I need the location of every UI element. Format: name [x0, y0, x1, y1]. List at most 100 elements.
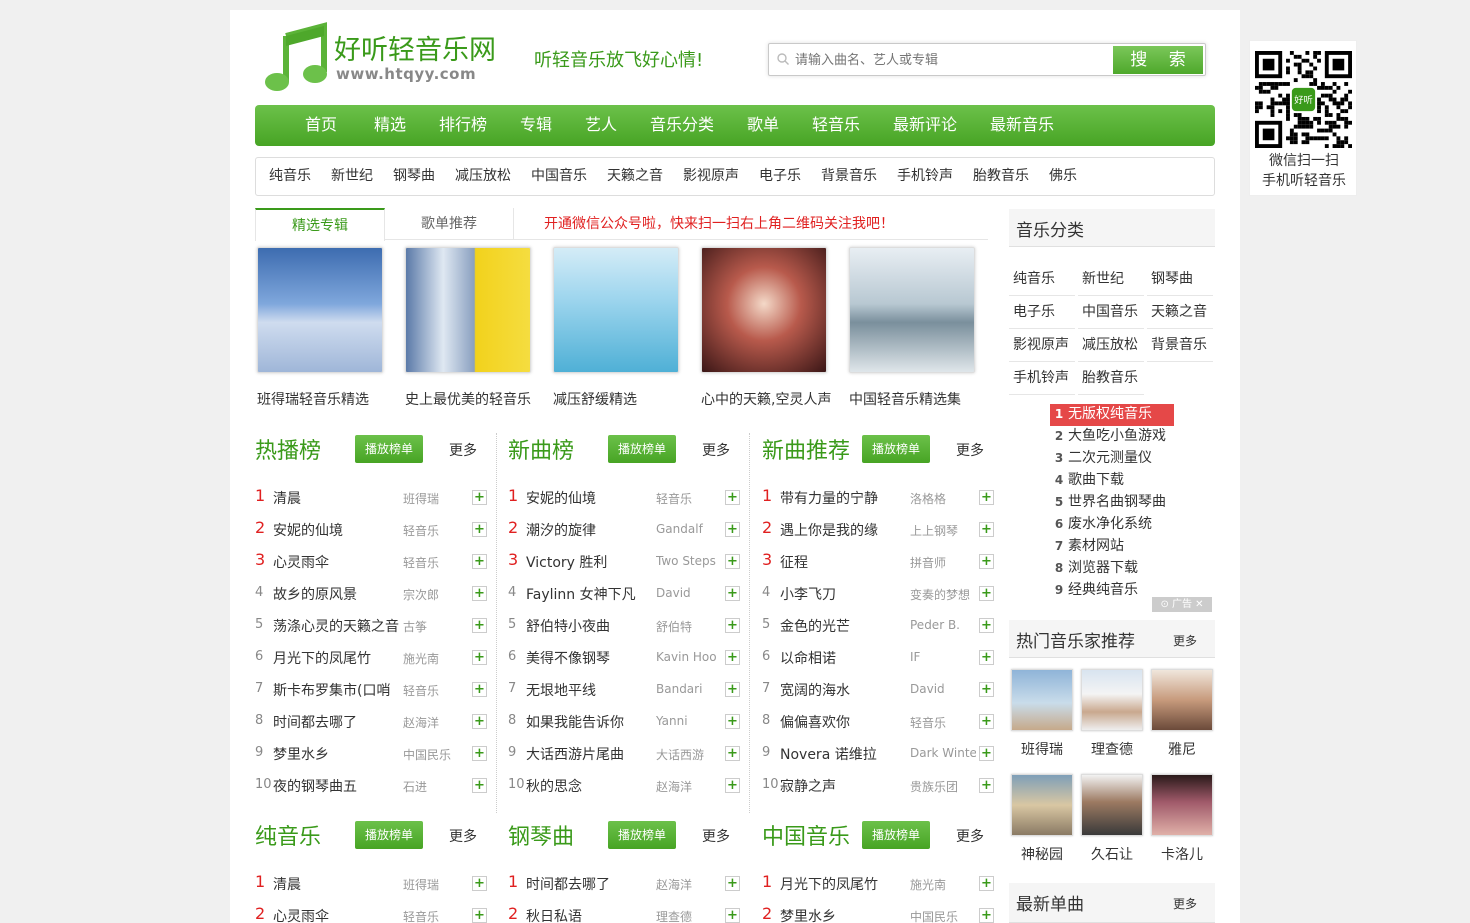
song-artist[interactable]: 变奏的梦想	[910, 586, 976, 603]
song-title[interactable]: 荡涤心灵的天籁之音	[273, 616, 401, 636]
ad-text[interactable]: 废水净化系统	[1068, 516, 1152, 532]
song-artist[interactable]: IF	[910, 650, 976, 664]
add-to-playlist-icon[interactable]: +	[472, 618, 487, 633]
song-artist[interactable]: David	[910, 682, 976, 696]
song-title[interactable]: 偏偏喜欢你	[780, 712, 908, 732]
ad-link[interactable]: 2 大鱼吃小鱼游戏	[1050, 426, 1174, 448]
song-artist[interactable]: 贵族乐团	[910, 778, 976, 795]
nav-item-6[interactable]: 歌单	[747, 105, 779, 145]
artist-card[interactable]: 雅尼	[1151, 669, 1213, 759]
album-card[interactable]: 班得瑞轻音乐精选	[257, 247, 387, 409]
add-to-playlist-icon[interactable]: +	[725, 586, 740, 601]
song-artist[interactable]: 石进	[403, 778, 469, 795]
play-list-button[interactable]: 播放榜单	[608, 821, 676, 849]
nav-item-1[interactable]: 精选	[374, 105, 406, 145]
album-title[interactable]: 班得瑞轻音乐精选	[257, 389, 387, 409]
add-to-playlist-icon[interactable]: +	[725, 714, 740, 729]
song-artist[interactable]: Kavin Hoo	[656, 650, 722, 664]
add-to-playlist-icon[interactable]: +	[979, 522, 994, 537]
music-note-logo-icon[interactable]	[262, 22, 327, 92]
category-link-10[interactable]: 胎教音乐	[973, 158, 1029, 194]
sidebar-category-link[interactable]: 影视原声	[1009, 329, 1075, 362]
nav-item-2[interactable]: 排行榜	[439, 105, 487, 145]
album-cover[interactable]	[257, 247, 383, 373]
add-to-playlist-icon[interactable]: +	[725, 876, 740, 891]
tab-featured-albums[interactable]: 精选专辑	[255, 208, 385, 241]
song-artist[interactable]: 中国民乐	[910, 908, 976, 923]
album-title[interactable]: 心中的天籁,空灵人声	[701, 389, 831, 409]
category-link-9[interactable]: 手机铃声	[897, 158, 953, 194]
artist-name[interactable]: 理查德	[1081, 739, 1143, 759]
play-list-button[interactable]: 播放榜单	[608, 435, 676, 463]
ad-text[interactable]: 二次元测量仪	[1068, 450, 1152, 466]
site-name[interactable]: 好听轻音乐网	[334, 28, 496, 67]
category-link-11[interactable]: 佛乐	[1049, 158, 1077, 194]
ad-badge[interactable]: ⊙ 广告 ✕	[1152, 597, 1212, 612]
song-title[interactable]: 安妮的仙境	[526, 488, 654, 508]
album-card[interactable]: 史上最优美的轻音乐	[405, 247, 535, 409]
sidebar-category-link[interactable]: 背景音乐	[1147, 329, 1213, 362]
nav-item-4[interactable]: 艺人	[585, 105, 617, 145]
sidebar-category-link[interactable]: 天籁之音	[1147, 296, 1213, 329]
nav-item-7[interactable]: 轻音乐	[812, 105, 860, 145]
add-to-playlist-icon[interactable]: +	[979, 876, 994, 891]
song-title[interactable]: 大话西游片尾曲	[526, 744, 654, 764]
song-title[interactable]: 秋的思念	[526, 776, 654, 796]
ad-link[interactable]: 1 无版权纯音乐	[1050, 404, 1174, 426]
add-to-playlist-icon[interactable]: +	[979, 682, 994, 697]
album-title[interactable]: 史上最优美的轻音乐	[405, 389, 535, 409]
song-title[interactable]: 寂静之声	[780, 776, 908, 796]
ad-text[interactable]: 素材网站	[1068, 538, 1124, 554]
song-title[interactable]: 舒伯特小夜曲	[526, 616, 654, 636]
more-link[interactable]: 更多	[956, 826, 984, 846]
album-title[interactable]: 中国轻音乐精选集	[849, 389, 979, 409]
album-cover[interactable]	[405, 247, 531, 373]
song-title[interactable]: 故乡的原风景	[273, 584, 401, 604]
ad-link[interactable]: 5 世界名曲钢琴曲	[1050, 492, 1174, 514]
song-artist[interactable]: 宗次郎	[403, 586, 469, 603]
sidebar-category-link[interactable]: 纯音乐	[1009, 263, 1075, 296]
song-title[interactable]: 斯卡布罗集市(口哨	[273, 680, 401, 700]
song-title[interactable]: Faylinn 女神下凡	[526, 584, 654, 604]
song-artist[interactable]: 古筝	[403, 618, 469, 635]
song-artist[interactable]: 洛格格	[910, 490, 976, 507]
ad-link[interactable]: 6 废水净化系统	[1050, 514, 1174, 536]
song-title[interactable]: 月光下的凤尾竹	[273, 648, 401, 668]
song-title[interactable]: 遇上你是我的缘	[780, 520, 908, 540]
song-artist[interactable]: 舒伯特	[656, 618, 722, 635]
category-link-2[interactable]: 钢琴曲	[393, 158, 435, 194]
artist-name[interactable]: 班得瑞	[1011, 739, 1073, 759]
add-to-playlist-icon[interactable]: +	[725, 618, 740, 633]
add-to-playlist-icon[interactable]: +	[979, 490, 994, 505]
add-to-playlist-icon[interactable]: +	[472, 876, 487, 891]
more-link[interactable]: 更多	[449, 826, 477, 846]
song-title[interactable]: Novera 诺维拉	[780, 744, 908, 764]
add-to-playlist-icon[interactable]: +	[979, 554, 994, 569]
category-link-1[interactable]: 新世纪	[331, 158, 373, 194]
add-to-playlist-icon[interactable]: +	[472, 650, 487, 665]
ad-link[interactable]: 3 二次元测量仪	[1050, 448, 1174, 470]
song-title[interactable]: 秋日私语	[526, 906, 654, 923]
song-artist[interactable]: 轻音乐	[656, 490, 722, 507]
album-card[interactable]: 心中的天籁,空灵人声	[701, 247, 831, 409]
play-list-button[interactable]: 播放榜单	[862, 821, 930, 849]
add-to-playlist-icon[interactable]: +	[725, 908, 740, 923]
sidebar-category-link[interactable]: 手机铃声	[1009, 362, 1075, 395]
song-title[interactable]: 心灵雨伞	[273, 552, 401, 572]
song-artist[interactable]: 赵海洋	[656, 876, 722, 893]
sidebar-category-link[interactable]: 减压放松	[1078, 329, 1144, 362]
song-artist[interactable]: 施光南	[910, 876, 976, 893]
song-title[interactable]: 时间都去哪了	[273, 712, 401, 732]
ad-link[interactable]: 7 素材网站	[1050, 536, 1174, 558]
song-artist[interactable]: Peder B.	[910, 618, 976, 632]
sidebar-category-link[interactable]: 新世纪	[1078, 263, 1144, 296]
artist-photo[interactable]	[1151, 774, 1213, 836]
song-artist[interactable]: 轻音乐	[910, 714, 976, 731]
song-title[interactable]: 心灵雨伞	[273, 906, 401, 923]
artist-name[interactable]: 久石让	[1081, 844, 1143, 864]
add-to-playlist-icon[interactable]: +	[472, 682, 487, 697]
song-title[interactable]: 安妮的仙境	[273, 520, 401, 540]
song-title[interactable]: 夜的钢琴曲五	[273, 776, 401, 796]
artist-photo[interactable]	[1081, 774, 1143, 836]
album-card[interactable]: 中国轻音乐精选集	[849, 247, 979, 409]
